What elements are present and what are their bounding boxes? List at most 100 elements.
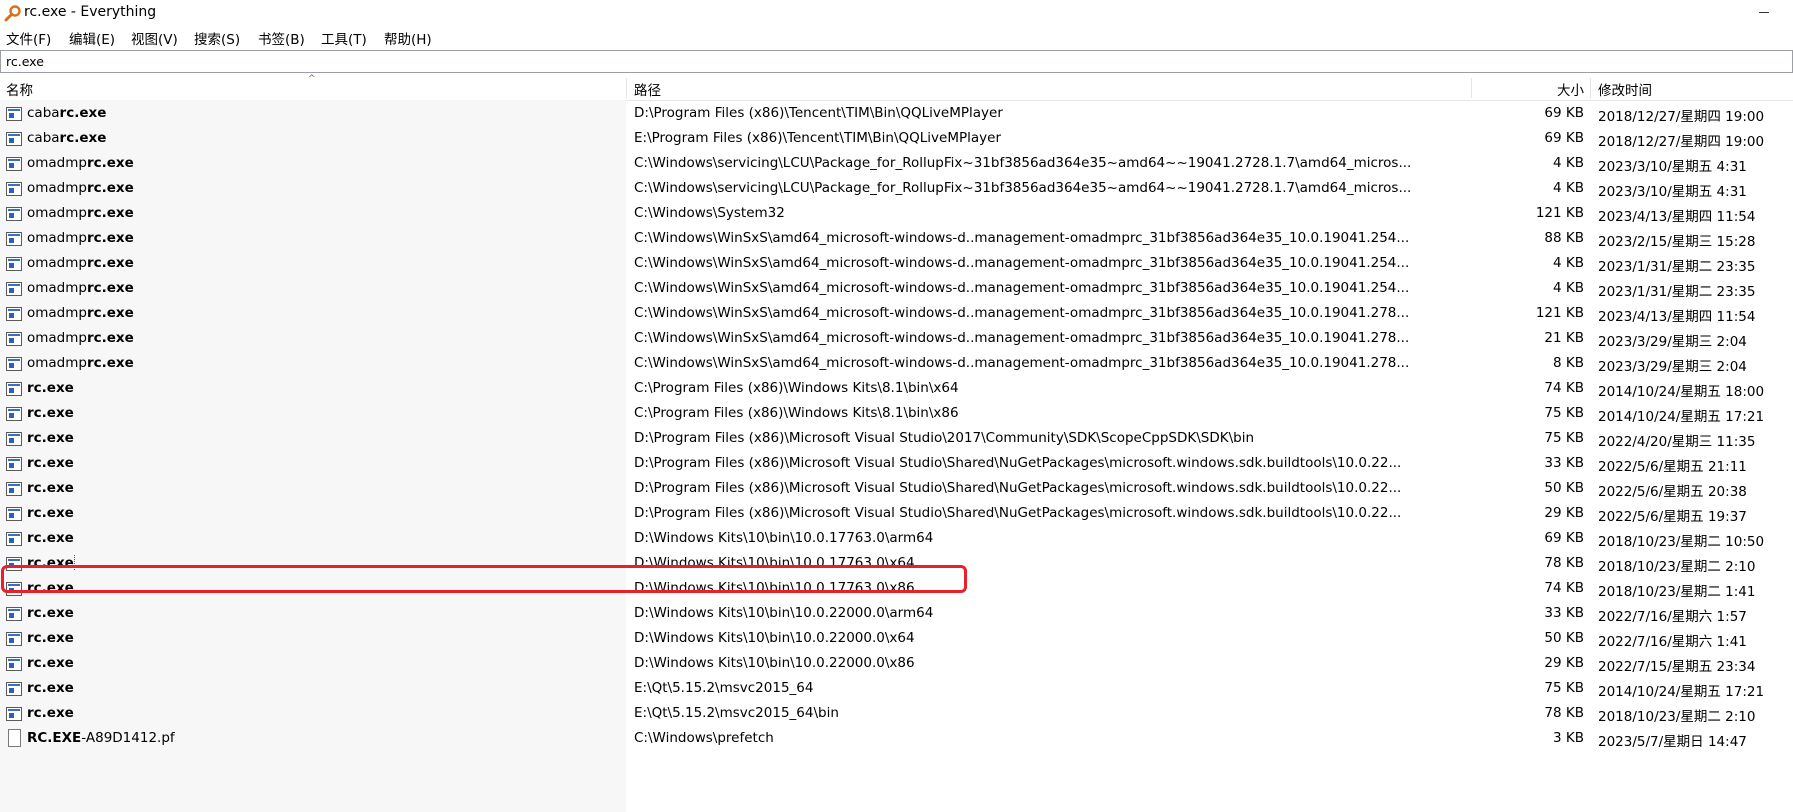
minimize-button[interactable] xyxy=(1747,0,1783,24)
file-name: cabarc.exe xyxy=(27,130,107,146)
result-row[interactable]: omadmprc.exe C:\Windows\servicing\LCU\Pac… xyxy=(0,151,1793,176)
executable-file-icon xyxy=(6,557,22,571)
file-path: C:\Windows\WinSxS\amd64_microsoft-window… xyxy=(634,330,1410,346)
executable-file-icon xyxy=(6,182,22,196)
result-row[interactable]: rc.exe E:\Qt\5.15.2\msvc2015_64\bin 78 KB 2… xyxy=(0,701,1793,726)
file-name: rc.exe xyxy=(27,630,74,646)
file-size: 121 KB xyxy=(1535,305,1584,321)
file-size: 3 KB xyxy=(1553,730,1584,746)
file-modified-date: 2014/10/24/星期五 17:21 xyxy=(1598,409,1765,425)
menu-bookmark[interactable]: 书签(B) xyxy=(258,28,305,48)
results-list: cabarc.exe D:\Program Files (x86)\Tencent… xyxy=(0,101,1793,751)
file-size: 50 KB xyxy=(1544,630,1584,646)
result-row[interactable]: rc.exe D:\Windows Kits\10\bin\10.0.22000.… xyxy=(0,601,1793,626)
column-divider[interactable] xyxy=(1590,78,1591,98)
file-path: C:\Program Files (x86)\Windows Kits\8.1\… xyxy=(634,405,959,421)
executable-file-icon xyxy=(6,282,22,296)
menu-help[interactable]: 帮助(H) xyxy=(384,28,432,48)
file-name: omadmprc.exe xyxy=(27,355,134,371)
file-size: 69 KB xyxy=(1544,530,1584,546)
result-row[interactable]: omadmprc.exe C:\Windows\WinSxS\amd64_micr… xyxy=(0,301,1793,326)
file-size: 75 KB xyxy=(1544,680,1584,696)
result-row[interactable]: cabarc.exe D:\Program Files (x86)\Tencent… xyxy=(0,101,1793,126)
result-row[interactable]: omadmprc.exe C:\Windows\WinSxS\amd64_micr… xyxy=(0,226,1793,251)
result-row[interactable]: rc.exe D:\Windows Kits\10\bin\10.0.22000.… xyxy=(0,651,1793,676)
result-row[interactable]: rc.exe D:\Program Files (x86)\Microsoft V… xyxy=(0,426,1793,451)
result-row[interactable]: rc.exe D:\Windows Kits\10\bin\10.0.17763.… xyxy=(0,551,1793,576)
file-modified-date: 2023/3/10/星期五 4:31 xyxy=(1598,159,1747,175)
file-name: omadmprc.exe xyxy=(27,280,134,296)
file-name: cabarc.exe xyxy=(27,105,107,121)
file-name: omadmprc.exe xyxy=(27,330,134,346)
result-row[interactable]: omadmprc.exe C:\Windows\WinSxS\amd64_micr… xyxy=(0,351,1793,376)
file-size: 50 KB xyxy=(1544,480,1584,496)
file-name: rc.exe xyxy=(27,430,74,446)
result-row[interactable]: rc.exe C:\Program Files (x86)\Windows Kit… xyxy=(0,401,1793,426)
file-path: D:\Program Files (x86)\Microsoft Visual … xyxy=(634,455,1402,471)
file-size: 33 KB xyxy=(1544,605,1584,621)
file-name: rc.exe xyxy=(27,530,74,546)
document-file-icon xyxy=(8,729,21,747)
file-size: 75 KB xyxy=(1544,405,1584,421)
result-row[interactable]: omadmprc.exe C:\Windows\System32 121 KB 202… xyxy=(0,201,1793,226)
result-row[interactable]: rc.exe C:\Program Files (x86)\Windows Kit… xyxy=(0,376,1793,401)
file-path: C:\Windows\servicing\LCU\Package_for_Rol… xyxy=(634,180,1412,196)
file-name: rc.exe xyxy=(27,580,74,596)
file-size: 4 KB xyxy=(1553,180,1584,196)
menu-file[interactable]: 文件(F) xyxy=(6,28,51,48)
file-path: C:\Windows\System32 xyxy=(634,205,785,221)
result-row[interactable]: rc.exe D:\Windows Kits\10\bin\10.0.17763.… xyxy=(0,526,1793,551)
result-row[interactable]: omadmprc.exe C:\Windows\servicing\LCU\Pac… xyxy=(0,176,1793,201)
executable-file-icon xyxy=(6,257,22,271)
executable-file-icon xyxy=(6,657,22,671)
result-row[interactable]: omadmprc.exe C:\Windows\WinSxS\amd64_micr… xyxy=(0,276,1793,301)
menu-bar: 文件(F) 编辑(E) 视图(V) 搜索(S) 书签(B) 工具(T) 帮助(H… xyxy=(0,26,1793,48)
file-path: D:\Windows Kits\10\bin\10.0.17763.0\arm6… xyxy=(634,530,934,546)
column-modified-header[interactable]: 修改时间 xyxy=(1598,79,1652,99)
file-name: omadmprc.exe xyxy=(27,205,134,221)
result-row[interactable]: rc.exe D:\Program Files (x86)\Microsoft V… xyxy=(0,501,1793,526)
result-row[interactable]: RC.EXE-A89D1412.pf C:\Windows\prefetch 3 K… xyxy=(0,726,1793,751)
file-name: RC.EXE-A89D1412.pf xyxy=(27,730,175,746)
file-name: omadmprc.exe xyxy=(27,230,134,246)
window-title: rc.exe - Everything xyxy=(24,4,157,20)
file-modified-date: 2018/12/27/星期四 19:00 xyxy=(1598,134,1765,150)
executable-file-icon xyxy=(6,332,22,346)
file-size: 74 KB xyxy=(1544,380,1584,396)
result-row[interactable]: rc.exe D:\Program Files (x86)\Microsoft V… xyxy=(0,476,1793,501)
executable-file-icon xyxy=(6,107,22,121)
result-row[interactable]: rc.exe E:\Qt\5.15.2\msvc2015_64 75 KB 2014/… xyxy=(0,676,1793,701)
file-size: 78 KB xyxy=(1544,555,1584,571)
column-size-header[interactable]: 大小 xyxy=(1472,79,1584,99)
menu-tools[interactable]: 工具(T) xyxy=(321,28,367,48)
result-row[interactable]: rc.exe D:\Program Files (x86)\Microsoft V… xyxy=(0,451,1793,476)
file-name: rc.exe xyxy=(27,455,74,471)
file-modified-date: 2018/10/23/星期二 2:10 xyxy=(1598,559,1756,575)
result-row[interactable]: omadmprc.exe C:\Windows\WinSxS\amd64_micr… xyxy=(0,326,1793,351)
file-modified-date: 2023/3/10/星期五 4:31 xyxy=(1598,184,1747,200)
file-path: D:\Program Files (x86)\Microsoft Visual … xyxy=(634,430,1255,446)
file-path: C:\Windows\servicing\LCU\Package_for_Rol… xyxy=(634,155,1412,171)
result-row[interactable]: cabarc.exe E:\Program Files (x86)\Tencent… xyxy=(0,126,1793,151)
result-row[interactable]: omadmprc.exe C:\Windows\WinSxS\amd64_micr… xyxy=(0,251,1793,276)
file-modified-date: 2023/3/29/星期三 2:04 xyxy=(1598,334,1747,350)
result-row[interactable]: rc.exe D:\Windows Kits\10\bin\10.0.22000.… xyxy=(0,626,1793,651)
search-input[interactable] xyxy=(6,51,1776,71)
column-path-header[interactable]: 路径 xyxy=(634,79,661,99)
file-modified-date: 2023/3/29/星期三 2:04 xyxy=(1598,359,1747,375)
file-path: E:\Program Files (x86)\Tencent\TIM\Bin\Q… xyxy=(634,130,1001,146)
file-path: E:\Qt\5.15.2\msvc2015_64\bin xyxy=(634,705,839,721)
file-path: D:\Windows Kits\10\bin\10.0.22000.0\x86 xyxy=(634,655,915,671)
menu-edit[interactable]: 编辑(E) xyxy=(69,28,115,48)
column-divider[interactable] xyxy=(626,78,627,98)
file-size: 21 KB xyxy=(1544,330,1584,346)
executable-file-icon xyxy=(6,582,22,596)
column-name-header[interactable]: 名称 xyxy=(6,79,33,99)
file-name: rc.exe xyxy=(27,605,74,621)
menu-search[interactable]: 搜索(S) xyxy=(194,28,240,48)
menu-view[interactable]: 视图(V) xyxy=(131,28,178,48)
file-size: 88 KB xyxy=(1544,230,1584,246)
file-name: omadmprc.exe xyxy=(27,180,134,196)
result-row[interactable]: rc.exe D:\Windows Kits\10\bin\10.0.17763.… xyxy=(0,576,1793,601)
file-path: D:\Windows Kits\10\bin\10.0.17763.0\x86 xyxy=(634,580,915,596)
